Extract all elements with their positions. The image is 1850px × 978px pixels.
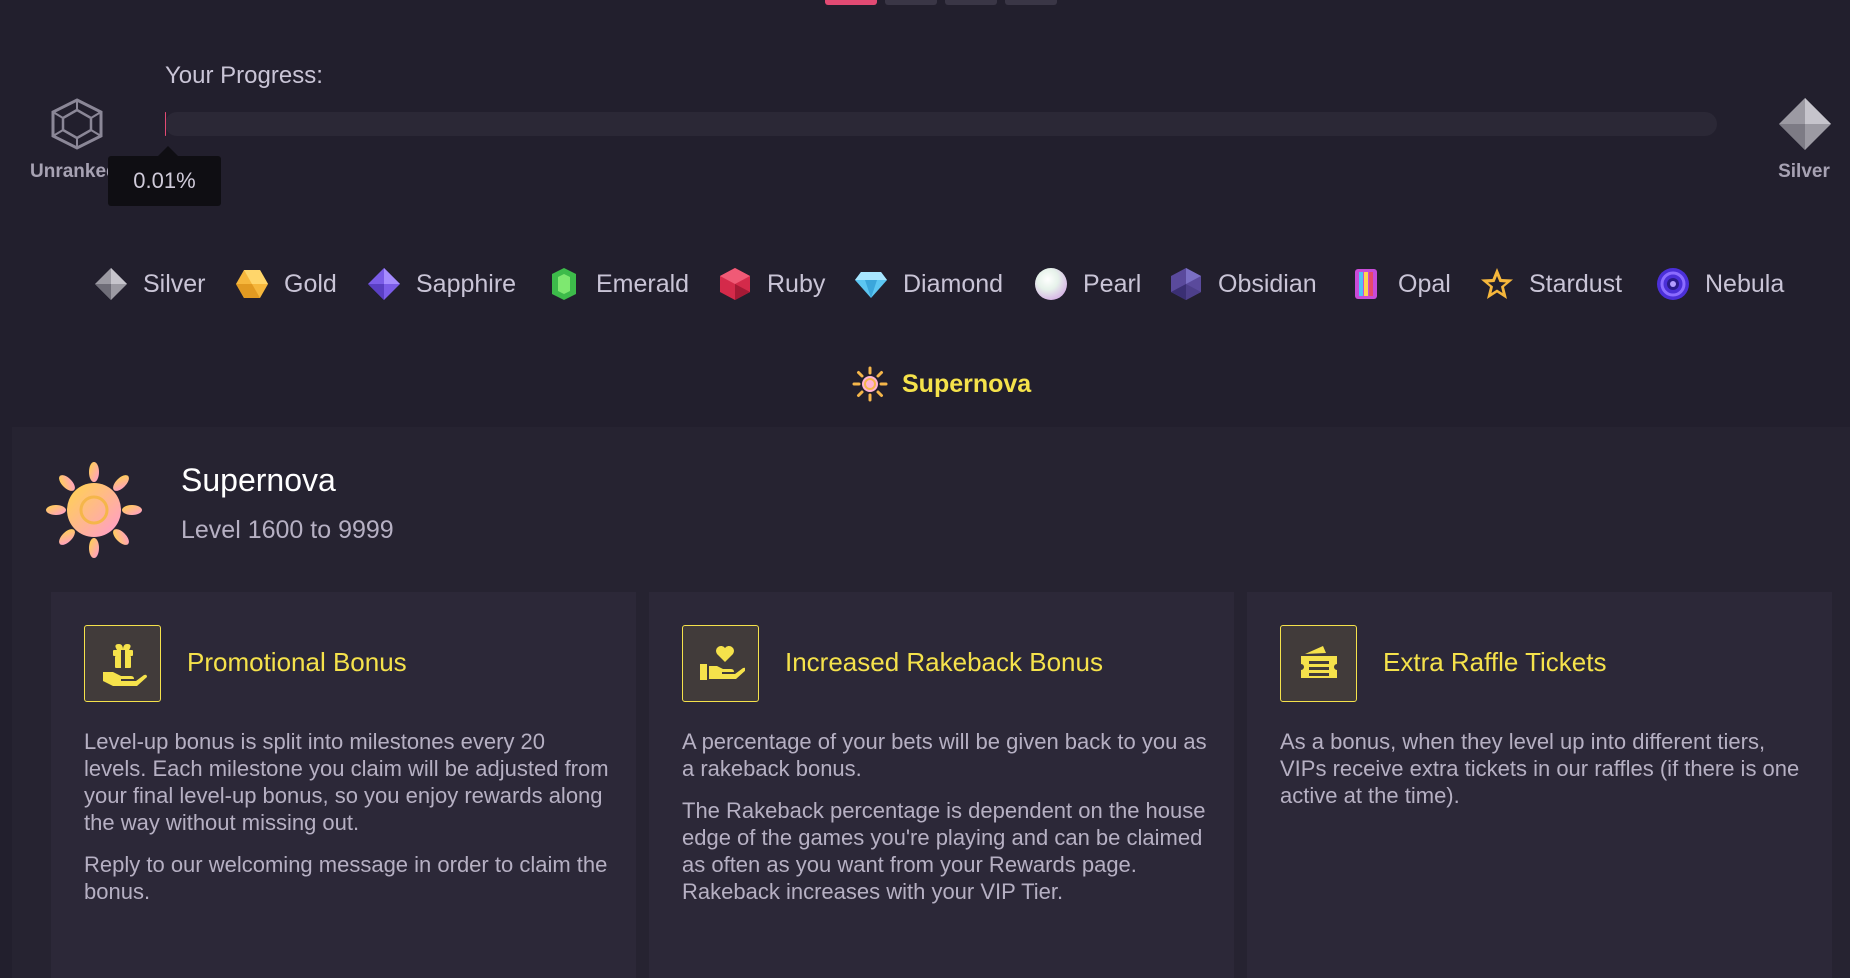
- tier-diamond[interactable]: Diamond: [853, 262, 1003, 306]
- carousel-dot-3[interactable]: [945, 0, 997, 5]
- opal-gem-icon: [1355, 269, 1377, 299]
- emerald-gem-icon: [552, 268, 576, 300]
- silver-diamond-icon: [95, 268, 127, 300]
- benefit-card-promotional-bonus: Promotional Bonus Level-up bonus is spli…: [51, 592, 636, 978]
- benefit-card-rakeback-bonus: Increased Rakeback Bonus A percentage of…: [649, 592, 1234, 978]
- sapphire-gem-icon: [368, 268, 400, 300]
- card-paragraph: Level-up bonus is split into milestones …: [84, 729, 609, 835]
- card-title: Extra Raffle Tickets: [1383, 647, 1607, 677]
- tier-stardust[interactable]: Stardust: [1479, 262, 1622, 306]
- tier-level-range: Level 1600 to 9999: [181, 516, 394, 544]
- tier-obsidian[interactable]: Obsidian: [1168, 262, 1317, 306]
- unranked-icon: [49, 98, 105, 155]
- obsidian-gem-icon: [1171, 268, 1201, 300]
- tier-pearl[interactable]: Pearl: [1033, 262, 1141, 306]
- tier-silver[interactable]: Silver: [93, 262, 206, 306]
- benefit-card-raffle-tickets: Extra Raffle Tickets As a bonus, when th…: [1247, 592, 1832, 978]
- card-paragraph: As a bonus, when they level up into diff…: [1280, 729, 1800, 808]
- carousel-dot-1[interactable]: [825, 0, 877, 5]
- progress-bar: [165, 112, 1717, 136]
- nebula-swirl-icon: [1657, 268, 1689, 300]
- diamond-gem-icon: [855, 272, 887, 298]
- tier-emerald[interactable]: Emerald: [546, 262, 689, 306]
- silver-tier-icon: [1777, 96, 1833, 157]
- tier-detail-title: Supernova: [181, 462, 336, 498]
- gold-hexagon-icon: [236, 270, 268, 298]
- tier-opal[interactable]: Opal: [1348, 262, 1451, 306]
- tier-gold[interactable]: Gold: [234, 262, 337, 306]
- carousel-dot-4[interactable]: [1005, 0, 1057, 5]
- ruby-gem-icon: [720, 268, 750, 300]
- tier-sapphire[interactable]: Sapphire: [366, 262, 516, 306]
- next-tier-label: Silver: [1778, 161, 1830, 182]
- card-paragraph: A percentage of your bets will be given …: [682, 729, 1207, 781]
- supernova-large-icon: [46, 462, 142, 563]
- gift-hand-icon: [84, 625, 161, 702]
- tier-ruby[interactable]: Ruby: [717, 262, 825, 306]
- card-title: Promotional Bonus: [187, 647, 407, 677]
- tier-supernova[interactable]: Supernova: [852, 362, 1031, 406]
- card-paragraph: Reply to our welcoming message in order …: [84, 852, 608, 904]
- supernova-sun-icon: [852, 366, 888, 402]
- tickets-icon: [1280, 625, 1357, 702]
- card-paragraph: The Rakeback percentage is dependent on …: [682, 798, 1206, 904]
- tier-nebula[interactable]: Nebula: [1655, 262, 1784, 306]
- progress-title: Your Progress:: [165, 62, 323, 89]
- carousel-dot-2[interactable]: [885, 0, 937, 5]
- card-title: Increased Rakeback Bonus: [785, 647, 1103, 677]
- heart-hand-icon: [682, 625, 759, 702]
- pearl-icon: [1035, 268, 1067, 300]
- star-icon: [1481, 268, 1513, 299]
- progress-percent-tooltip: 0.01%: [108, 146, 221, 206]
- tier-list: Silver Gold Sapphire Emerald Ruby Diamon…: [0, 262, 1850, 402]
